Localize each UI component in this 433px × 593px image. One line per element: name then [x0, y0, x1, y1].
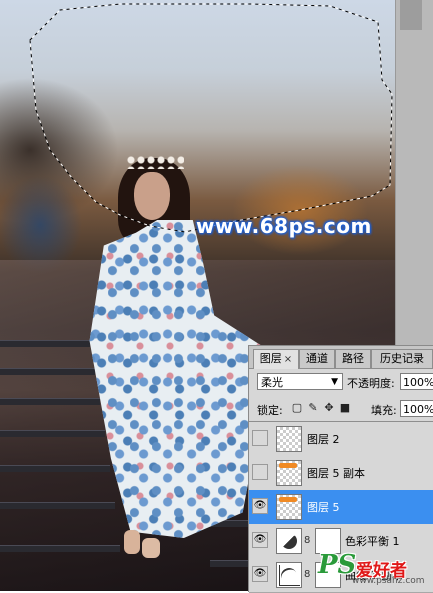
blend-mode-value: 柔光 — [261, 376, 283, 389]
eye-icon[interactable]: 👁 — [252, 566, 268, 582]
blend-mode-select[interactable]: 柔光 ▼ — [257, 373, 343, 390]
layer-name: 图层 2 — [307, 433, 340, 446]
layer-thumbnail — [276, 426, 302, 452]
layer-row[interactable]: 图层 2 — [249, 422, 433, 457]
lock-move-icon[interactable]: ✥ — [323, 402, 335, 414]
rail-tie — [0, 545, 120, 552]
close-icon[interactable]: × — [284, 354, 292, 365]
rail-tie — [210, 560, 250, 567]
tab-layers[interactable]: 图层 × — [253, 349, 299, 369]
opacity-label: 不透明度: — [347, 377, 395, 390]
logo-url-text: www.psahz.com — [352, 576, 425, 586]
lock-row: 锁定: ▢ ✎ ✥ ■ 填充: 100% — [249, 398, 433, 420]
tab-label: 图层 — [259, 352, 282, 365]
rail-tie — [0, 368, 95, 375]
tab-channels[interactable]: 通道 — [299, 349, 335, 368]
color-balance-icon — [276, 528, 302, 554]
visibility-toggle[interactable] — [252, 464, 268, 480]
scrollbar-thumb[interactable] — [400, 0, 422, 30]
layer-name: 色彩平衡 1 — [345, 535, 400, 548]
tab-paths[interactable]: 路径 — [335, 349, 371, 368]
shoe — [142, 538, 160, 558]
lock-transparency-icon[interactable]: ▢ — [291, 402, 303, 414]
link-icon: 8 — [304, 535, 311, 546]
visibility-toggle[interactable] — [252, 430, 268, 446]
tab-label: 路径 — [342, 352, 364, 365]
opacity-input[interactable]: 100% — [400, 373, 433, 390]
eye-icon[interactable]: 👁 — [252, 498, 268, 514]
blend-row: 柔光 ▼ 不透明度: 100% — [249, 370, 433, 394]
rail-tie — [0, 430, 105, 437]
panel-tabs: 图层 × 通道 路径 历史记录 — [249, 346, 433, 369]
curves-icon — [276, 562, 302, 588]
fill-input[interactable]: 100% — [400, 400, 433, 417]
shoe — [124, 530, 140, 554]
layer-row-selected[interactable]: 👁 图层 5 — [249, 490, 433, 525]
site-logo: PS 爱好者 www.psahz.com — [318, 550, 433, 591]
layer-name: 图层 5 — [307, 501, 340, 514]
lock-all-icon[interactable]: ■ — [339, 402, 351, 414]
tab-history[interactable]: 历史记录 — [371, 349, 433, 368]
watermark-text: www.68ps.com — [196, 214, 372, 238]
lock-brush-icon[interactable]: ✎ — [307, 402, 319, 414]
tab-label: 通道 — [306, 352, 328, 365]
layer-thumbnail — [276, 494, 302, 520]
eye-icon[interactable]: 👁 — [252, 532, 268, 548]
rail-tie — [0, 465, 110, 472]
rail-tie — [0, 502, 115, 509]
chevron-down-icon: ▼ — [331, 377, 338, 387]
fill-label: 填充: — [371, 404, 397, 417]
lock-label: 锁定: — [257, 404, 283, 417]
rail-tie — [0, 398, 100, 405]
layer-thumbnail — [276, 460, 302, 486]
logo-ps-text: PS — [318, 550, 357, 580]
layer-name: 图层 5 副本 — [307, 467, 365, 480]
layer-row[interactable]: 图层 5 副本 — [249, 456, 433, 491]
link-icon: 8 — [304, 569, 311, 580]
rail-tie — [0, 340, 90, 347]
tab-label: 历史记录 — [380, 352, 424, 365]
workspace-background — [395, 0, 433, 345]
